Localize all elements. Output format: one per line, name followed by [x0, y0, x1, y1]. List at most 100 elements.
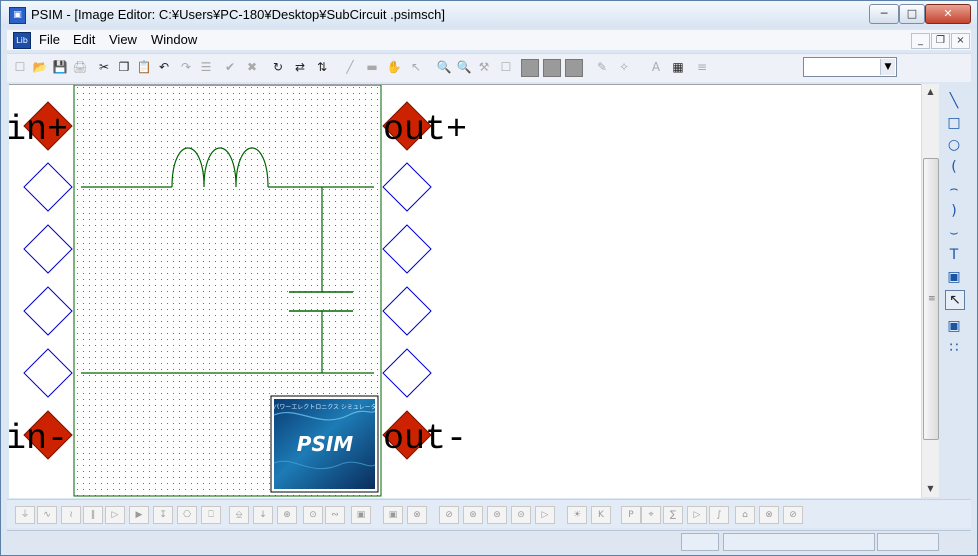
cut-icon[interactable]: ✂	[95, 58, 113, 76]
pause-icon[interactable]	[543, 59, 561, 77]
arc-left-tool-icon[interactable]: (	[945, 158, 963, 176]
properties-icon[interactable]: ≡	[693, 58, 711, 76]
image-tool-icon[interactable]: ▣	[945, 268, 963, 286]
comparator-icon[interactable]: ▷	[687, 506, 707, 524]
display-icon[interactable]: ▣	[351, 506, 371, 524]
k-block-icon[interactable]: K	[591, 506, 611, 524]
buffer-icon[interactable]: ▷	[535, 506, 555, 524]
chevron-down-icon[interactable]: ▼	[880, 59, 895, 75]
select-arrow-icon[interactable]: ↖	[407, 58, 425, 76]
mdi-restore-button[interactable]: ❐	[931, 33, 950, 49]
sum-icon[interactable]: ∑	[663, 506, 683, 524]
print-icon[interactable]: 🖨	[71, 58, 89, 76]
flip-vertical-icon[interactable]: ⇅	[313, 58, 331, 76]
ac-source-icon[interactable]: ∾	[325, 506, 345, 524]
clipboard-icon[interactable]: ☰	[197, 58, 215, 76]
voltage-probe-icon[interactable]: ⊕	[277, 506, 297, 524]
paste-icon[interactable]: 📋	[135, 58, 153, 76]
port-left-1[interactable]	[23, 162, 73, 212]
open-icon[interactable]: 📂	[31, 58, 49, 76]
transformer-icon[interactable]: ⎒	[229, 506, 249, 524]
probe-icon[interactable]: ⚒	[475, 58, 493, 76]
port-right-0[interactable]: out+	[382, 101, 467, 151]
port-left-5[interactable]: in-	[9, 410, 73, 460]
ellipse-tool-icon[interactable]: ○	[945, 136, 963, 154]
menu-view[interactable]: View	[109, 32, 137, 47]
menu-window[interactable]: Window	[151, 32, 197, 47]
capacitor-icon[interactable]: ‖	[83, 506, 103, 524]
port-left-4[interactable]	[23, 348, 73, 398]
select-tool-icon[interactable]: ↖	[945, 290, 965, 310]
zoom-in-icon[interactable]: 🔍	[435, 58, 453, 76]
menu-edit[interactable]: Edit	[73, 32, 95, 47]
maximize-button[interactable]: □	[899, 4, 925, 24]
gauge-icon[interactable]: ⊝	[511, 506, 531, 524]
integrator-icon[interactable]: ∫	[709, 506, 729, 524]
scrollbar-thumb[interactable]: ≡	[923, 158, 939, 440]
page-icon[interactable]: ☐	[497, 58, 515, 76]
mdi-minimize-button[interactable]: _	[911, 33, 930, 49]
motor-icon[interactable]: ⊗	[407, 506, 427, 524]
delete-icon[interactable]: ✖	[243, 58, 261, 76]
port-right-3[interactable]	[382, 286, 432, 336]
pi-block-icon[interactable]: P	[621, 506, 641, 524]
port-left-2[interactable]	[23, 224, 73, 274]
switch-icon[interactable]: ⎔	[177, 506, 197, 524]
lamp-icon[interactable]: ☀	[567, 506, 587, 524]
library-doc-icon[interactable]: Lib	[13, 32, 31, 49]
menu-file[interactable]: File	[39, 32, 60, 47]
transistor-icon[interactable]: ⎕	[201, 506, 221, 524]
rectangle-tool-icon[interactable]: □	[945, 114, 963, 132]
toolbar-combo[interactable]: ▼	[803, 57, 897, 77]
arc-bottom-tool-icon[interactable]: ⌣	[945, 224, 963, 242]
grid-tool-icon[interactable]: ∷	[945, 339, 963, 357]
subcircuit-drawing[interactable]: パワーエレクトロニクス シミュレータ PSIM in+ in-out+ out-	[9, 85, 921, 498]
rotate-icon[interactable]: ↻	[269, 58, 287, 76]
scroll-up-icon[interactable]: ▲	[922, 84, 939, 100]
flip-horizontal-icon[interactable]: ⇄	[291, 58, 309, 76]
wand-icon[interactable]: ✧	[615, 58, 633, 76]
vertical-scrollbar[interactable]: ▲ ≡ ▼	[921, 84, 939, 497]
step-icon[interactable]: ⌂	[735, 506, 755, 524]
app-icon[interactable]: ▣	[9, 7, 26, 24]
stop-icon[interactable]	[565, 59, 583, 77]
zener-icon[interactable]: ▶	[129, 506, 149, 524]
run-icon[interactable]	[521, 59, 539, 77]
port-left-3[interactable]	[23, 286, 73, 336]
thyristor-icon[interactable]: ↧	[153, 506, 173, 524]
redo-icon[interactable]: ↷	[177, 58, 195, 76]
save-icon[interactable]: 💾	[51, 58, 69, 76]
record-tool-icon[interactable]: ▣	[945, 317, 963, 335]
port-left-0[interactable]: in+	[9, 101, 73, 151]
minimize-button[interactable]: ─	[869, 4, 899, 24]
sensor-icon[interactable]: ↓	[253, 506, 273, 524]
resistor-icon[interactable]: ∿	[37, 506, 57, 524]
port-right-4[interactable]	[382, 348, 432, 398]
psim-logo-image[interactable]: パワーエレクトロニクス シミュレータ PSIM	[270, 395, 379, 493]
color-palette-icon[interactable]: ▦	[669, 58, 687, 76]
port-right-5[interactable]: out-	[382, 410, 467, 460]
arc-right-tool-icon[interactable]: )	[945, 202, 963, 220]
copy-icon[interactable]: ❐	[115, 58, 133, 76]
diode-icon[interactable]: ▷	[105, 506, 125, 524]
line-tool-icon[interactable]: ╲	[945, 92, 963, 110]
undo-icon[interactable]: ↶	[155, 58, 173, 76]
port-right-2[interactable]	[382, 224, 432, 274]
editor-canvas[interactable]: パワーエレクトロニクス シミュレータ PSIM in+ in-out+ out-	[9, 84, 921, 498]
arc-top-tool-icon[interactable]: ⌢	[945, 180, 963, 198]
mdi-close-button[interactable]: ×	[951, 33, 970, 49]
text-tool-icon[interactable]: T	[945, 246, 963, 264]
ground-icon[interactable]: ⏚	[15, 506, 35, 524]
current-source-icon[interactable]: ⊙	[303, 506, 323, 524]
scope-icon[interactable]: ▣	[383, 506, 403, 524]
check-icon[interactable]: ✔	[221, 58, 239, 76]
close-button[interactable]: ✕	[925, 4, 971, 24]
load-icon[interactable]: ⊛	[463, 506, 483, 524]
pen-icon[interactable]: ✎	[593, 58, 611, 76]
meter-icon[interactable]: ⊜	[487, 506, 507, 524]
inductor-icon[interactable]: ≀	[61, 506, 81, 524]
pan-hand-icon[interactable]: ✋	[385, 58, 403, 76]
new-icon[interactable]: ☐	[11, 58, 29, 76]
port-right-1[interactable]	[382, 162, 432, 212]
text-icon[interactable]: A	[647, 58, 665, 76]
